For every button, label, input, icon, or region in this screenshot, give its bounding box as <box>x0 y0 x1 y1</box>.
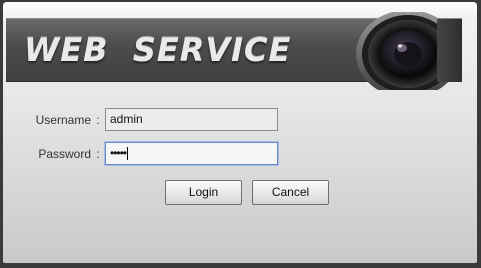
password-colon: : <box>96 146 100 161</box>
login-button[interactable]: Login <box>165 180 242 205</box>
banner-title: WEB SERVICE <box>24 31 292 69</box>
username-input[interactable]: admin <box>105 108 278 131</box>
username-row: Username : admin <box>3 108 278 131</box>
header-banner: WEB SERVICE <box>6 12 462 90</box>
window-frame: WEB SERVICE Username: admin Password: … <box>0 0 481 268</box>
username-value: admin <box>110 112 143 126</box>
cancel-button[interactable]: Cancel <box>252 180 329 205</box>
username-label: Username <box>35 112 91 127</box>
password-input[interactable]: ••••• <box>105 142 278 165</box>
username-colon: : <box>96 112 100 127</box>
login-dialog: WEB SERVICE Username: admin Password: … <box>3 2 477 263</box>
text-caret <box>127 147 129 161</box>
password-label: Password <box>38 146 91 161</box>
password-mask: ••••• <box>110 146 127 160</box>
password-row: Password : ••••• <box>3 142 278 165</box>
banner-right-edge <box>437 19 462 82</box>
